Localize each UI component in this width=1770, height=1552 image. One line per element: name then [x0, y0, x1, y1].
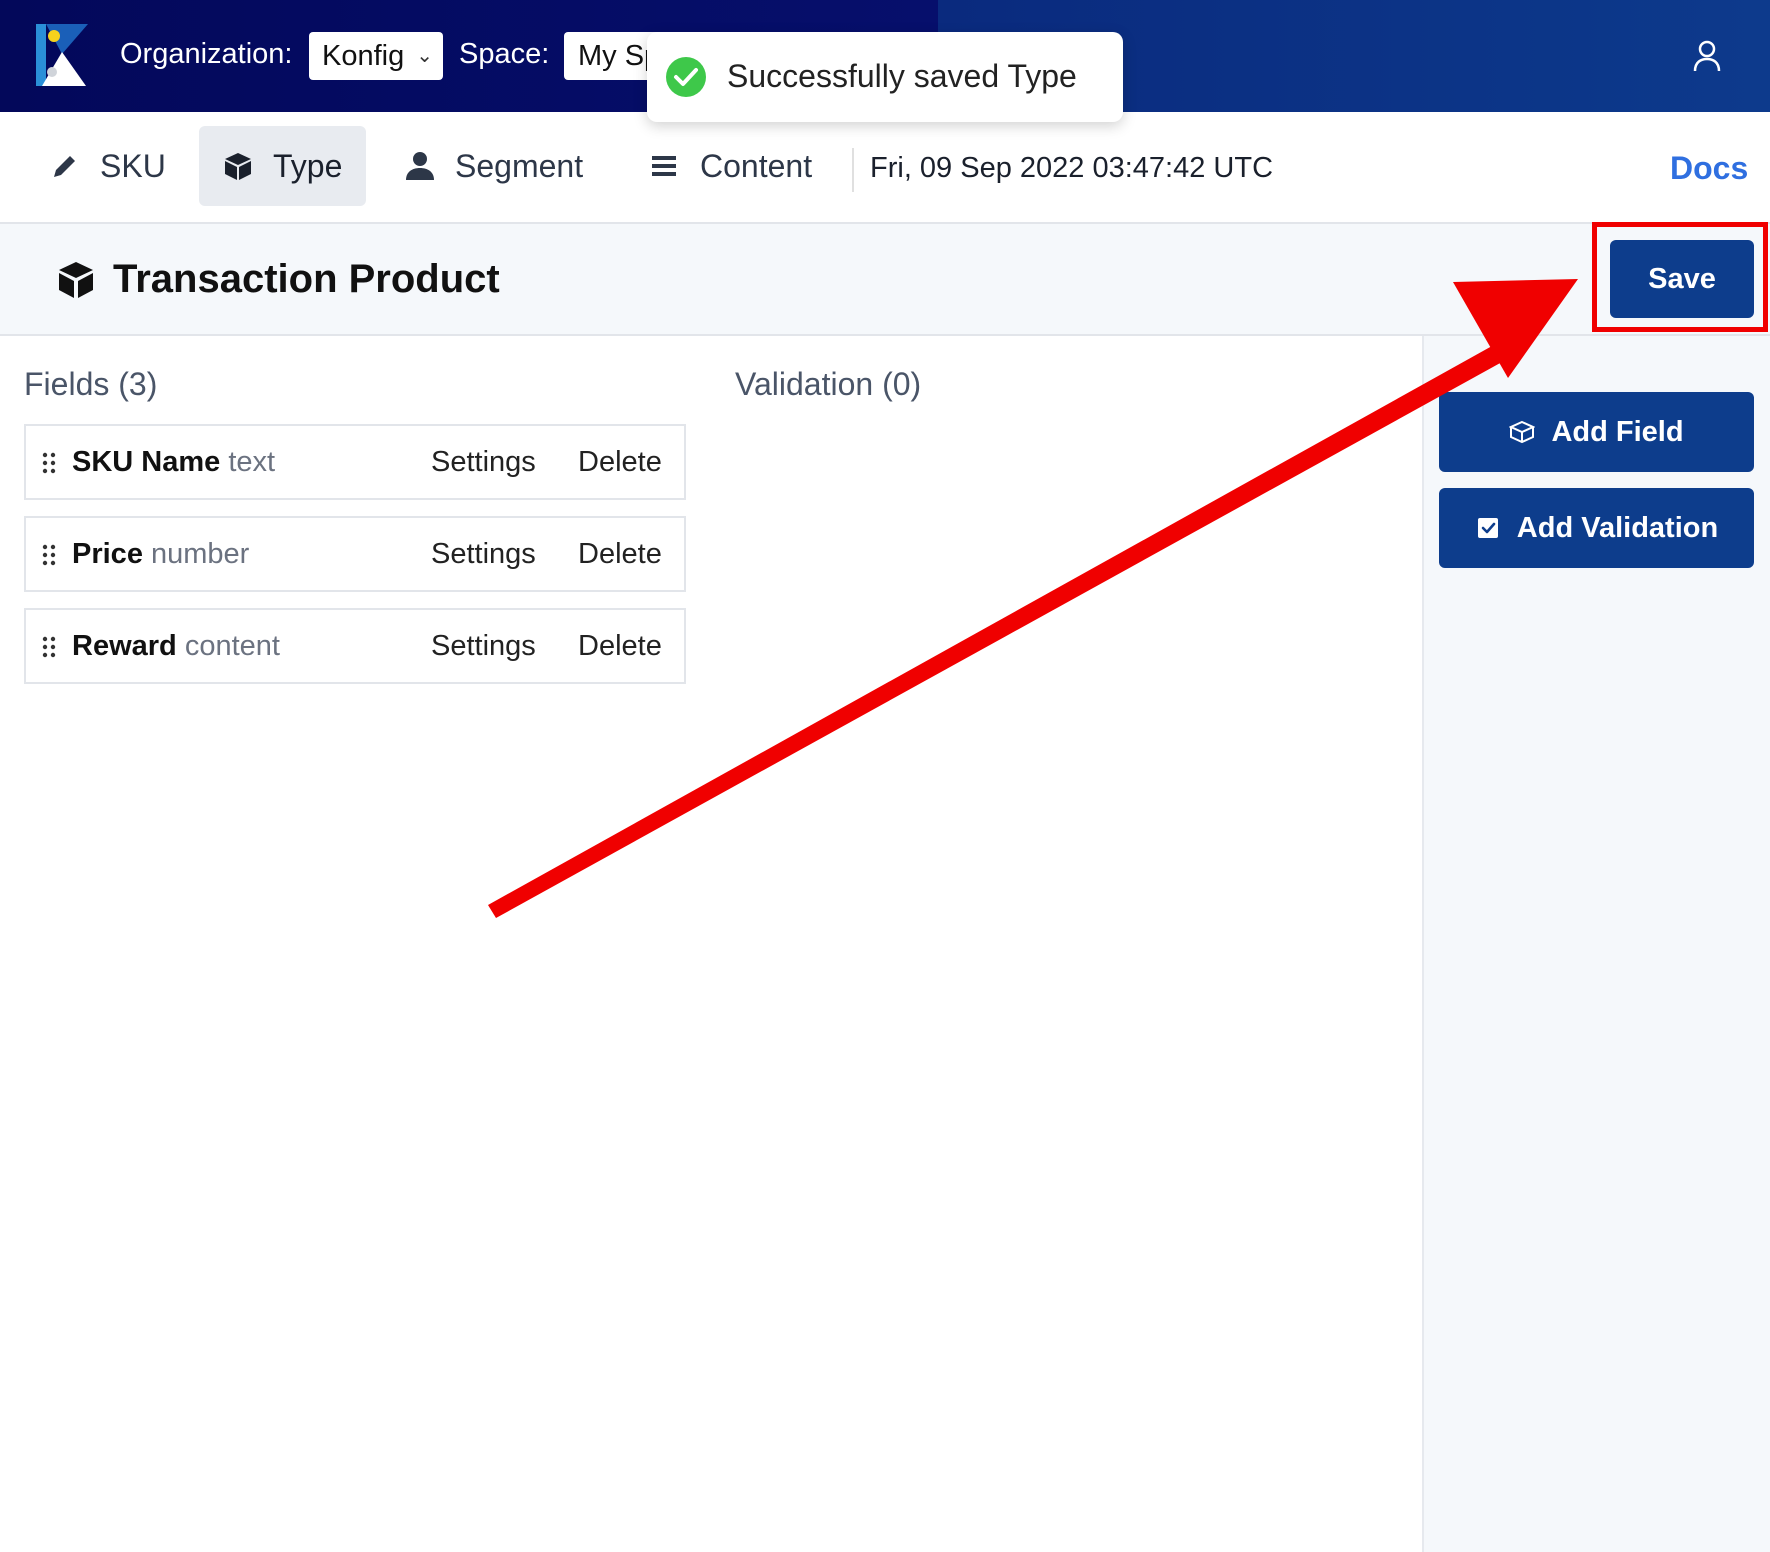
toast-message: Successfully saved Type [727, 58, 1077, 94]
chevron-down-icon: ⌄ [416, 45, 433, 67]
fields-heading: Fields (3) [24, 366, 158, 402]
field-name: SKU Name text [72, 446, 276, 478]
tab-label: SKU [100, 147, 166, 184]
field-type: text [228, 446, 276, 478]
nav-divider [852, 148, 854, 192]
drag-handle-icon[interactable] [42, 452, 56, 474]
organization-label: Organization: [120, 38, 293, 70]
cube-icon [59, 262, 93, 298]
add-field-button[interactable]: Add Field [1439, 392, 1754, 472]
list-icon [652, 156, 676, 176]
cube-icon [225, 153, 251, 180]
tab-label: Type [273, 147, 343, 184]
tab-label: Segment [455, 147, 584, 184]
add-field-label: Add Field [1551, 415, 1684, 448]
check-circle-icon [666, 57, 706, 97]
drag-handle-icon[interactable] [42, 544, 56, 566]
drag-handle-icon[interactable] [42, 636, 56, 658]
tab-label: Content [700, 147, 813, 184]
annotation-highlight-box [1592, 222, 1768, 332]
validation-heading: Validation (0) [735, 366, 922, 402]
success-toast: Successfully saved Type [647, 32, 1123, 122]
docs-link[interactable]: Docs [1670, 150, 1748, 187]
user-icon[interactable] [1692, 40, 1722, 72]
field-row-sku-name[interactable]: SKU Name text Settings Delete [24, 424, 686, 500]
tab-segment[interactable]: Segment [405, 126, 583, 206]
nav-bar: SKU Type Segment Content Fri, 09 Sep 202… [0, 112, 1770, 224]
space-label: Space: [459, 38, 550, 70]
field-name: Reward content [72, 630, 280, 662]
cube-outline-icon [1509, 420, 1536, 444]
field-row-reward[interactable]: Reward content Settings Delete [24, 608, 686, 684]
timestamp: Fri, 09 Sep 2022 03:47:42 UTC [870, 152, 1274, 184]
user-icon [406, 152, 434, 180]
settings-button[interactable]: Settings [431, 446, 536, 479]
tab-content[interactable]: Content [650, 126, 812, 206]
organization-select[interactable]: Konfig ⌄ [309, 32, 443, 80]
tab-sku[interactable]: SKU [50, 126, 166, 206]
page-title: Transaction Product [113, 257, 500, 301]
checkbox-icon [1477, 518, 1498, 538]
page-header: Transaction Product Save [0, 224, 1770, 336]
settings-button[interactable]: Settings [431, 630, 536, 663]
add-validation-button[interactable]: Add Validation [1439, 488, 1754, 568]
delete-button[interactable]: Delete [578, 446, 662, 479]
field-type: number [151, 538, 250, 570]
organization-value: Konfig [322, 40, 405, 72]
add-validation-label: Add Validation [1516, 511, 1719, 544]
settings-button[interactable]: Settings [431, 538, 536, 571]
tab-type[interactable]: Type [199, 126, 366, 206]
delete-button[interactable]: Delete [578, 538, 662, 571]
pencil-icon [54, 156, 75, 177]
field-type: content [184, 630, 280, 662]
delete-button[interactable]: Delete [578, 630, 662, 663]
field-name: Price number [72, 538, 250, 570]
konfig-logo[interactable] [36, 24, 88, 86]
field-row-price[interactable]: Price number Settings Delete [24, 516, 686, 592]
